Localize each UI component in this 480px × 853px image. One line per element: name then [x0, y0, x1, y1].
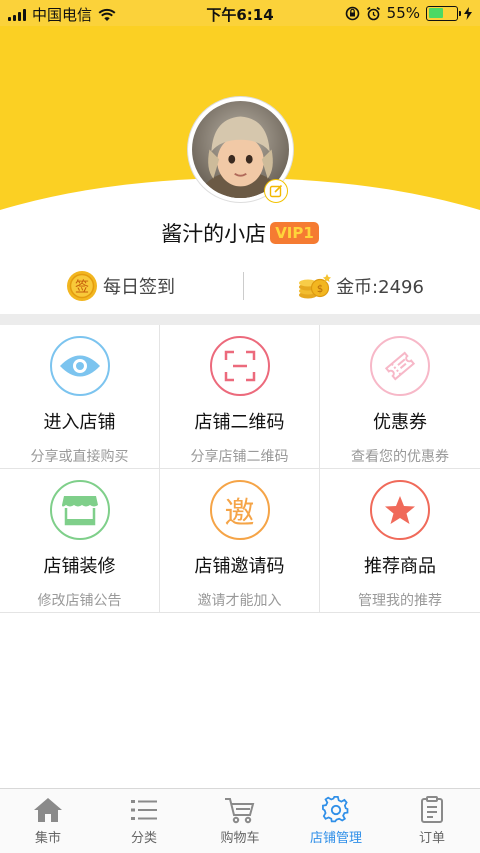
tab-market[interactable]: 集市 — [0, 789, 96, 853]
battery-icon — [426, 5, 461, 21]
menu-title: 店铺二维码 — [194, 412, 285, 433]
info-row: 签 每日签到 $ 金币:2496 — [0, 262, 480, 310]
tab-label: 购物车 — [220, 831, 260, 846]
menu-title: 店铺装修 — [43, 556, 116, 577]
edit-avatar-icon[interactable] — [264, 179, 288, 203]
tab-category[interactable]: 分类 — [96, 789, 192, 853]
invite-icon: 邀 — [209, 480, 270, 540]
status-bar: 中国电信 下午6:14 55% — [0, 0, 480, 26]
battery-percent: 55% — [386, 4, 420, 22]
shop-name: 酱汁的小店 — [161, 222, 267, 246]
storefront-icon — [49, 480, 110, 540]
svg-text:$: $ — [317, 284, 323, 295]
alarm-icon — [366, 6, 380, 20]
shop-qrcode-button[interactable]: 店铺二维码 分享店铺二维码 — [160, 325, 320, 469]
recommend-goods-button[interactable]: 推荐商品 管理我的推荐 — [320, 469, 480, 613]
menu-title: 推荐商品 — [364, 556, 436, 577]
coins-label: 金币:2496 — [336, 277, 424, 298]
home-icon — [34, 798, 62, 822]
menu-subtitle: 修改店铺公告 — [37, 593, 122, 609]
list-icon — [131, 800, 157, 820]
menu-subtitle: 查看您的优惠券 — [351, 449, 449, 465]
info-divider — [243, 272, 244, 300]
tab-label: 集市 — [34, 831, 61, 846]
charging-icon — [464, 6, 472, 20]
tab-label: 店铺管理 — [309, 831, 362, 846]
menu-subtitle: 分享店铺二维码 — [190, 449, 289, 465]
shop-name-row: 酱汁的小店 VIP1 — [0, 218, 480, 248]
coupon-button[interactable]: 优惠券 查看您的优惠券 — [320, 325, 480, 469]
bottom-tab-bar: 集市 分类 购物车 店铺管理 订单 — [0, 788, 480, 853]
eye-icon — [49, 336, 110, 396]
function-grid: 进入店铺 分享或直接购买 店铺二维码 分享店铺二维码 优惠券 查看您的优惠券 店… — [0, 325, 480, 613]
qrcode-scan-icon — [209, 336, 270, 396]
menu-subtitle: 管理我的推荐 — [358, 593, 442, 609]
rotation-lock-icon — [345, 6, 359, 20]
tab-label: 订单 — [418, 831, 445, 846]
daily-checkin-button[interactable]: 签 每日签到 — [0, 262, 240, 310]
tab-shop-management[interactable]: 店铺管理 — [288, 789, 384, 853]
star-icon — [370, 480, 430, 540]
menu-subtitle: 分享或直接购买 — [30, 449, 129, 465]
checkin-icon: 签 — [67, 271, 97, 301]
checkin-icon-text: 签 — [75, 279, 89, 296]
gear-icon — [322, 796, 349, 823]
status-right: 55% — [345, 4, 472, 22]
menu-subtitle: 邀请才能加入 — [197, 593, 282, 609]
coupon-icon — [370, 336, 430, 396]
enter-shop-button[interactable]: 进入店铺 分享或直接购买 — [0, 325, 160, 469]
vip-badge: VIP1 — [270, 222, 319, 244]
cart-icon — [225, 798, 255, 824]
coins-display[interactable]: $ 金币:2496 — [240, 262, 480, 310]
order-icon — [421, 796, 443, 823]
shop-decoration-button[interactable]: 店铺装修 修改店铺公告 — [0, 469, 160, 613]
battery-level — [428, 8, 444, 18]
invite-code-button[interactable]: 邀 店铺邀请码 邀请才能加入 — [160, 469, 320, 613]
invite-icon-text: 邀 — [224, 496, 255, 531]
menu-title: 店铺邀请码 — [194, 556, 285, 577]
tab-cart[interactable]: 购物车 — [192, 789, 288, 853]
shop-management-screen: 中国电信 下午6:14 55% 酱汁的小店 VIP1 签 每日签到 $ 金币:2… — [0, 0, 480, 853]
tab-label: 分类 — [130, 831, 157, 846]
coins-icon: $ — [299, 274, 332, 299]
menu-title: 优惠券 — [373, 412, 427, 433]
daily-checkin-label: 每日签到 — [103, 277, 175, 298]
tab-orders[interactable]: 订单 — [384, 789, 480, 853]
menu-title: 进入店铺 — [43, 412, 116, 433]
section-divider — [0, 314, 480, 325]
